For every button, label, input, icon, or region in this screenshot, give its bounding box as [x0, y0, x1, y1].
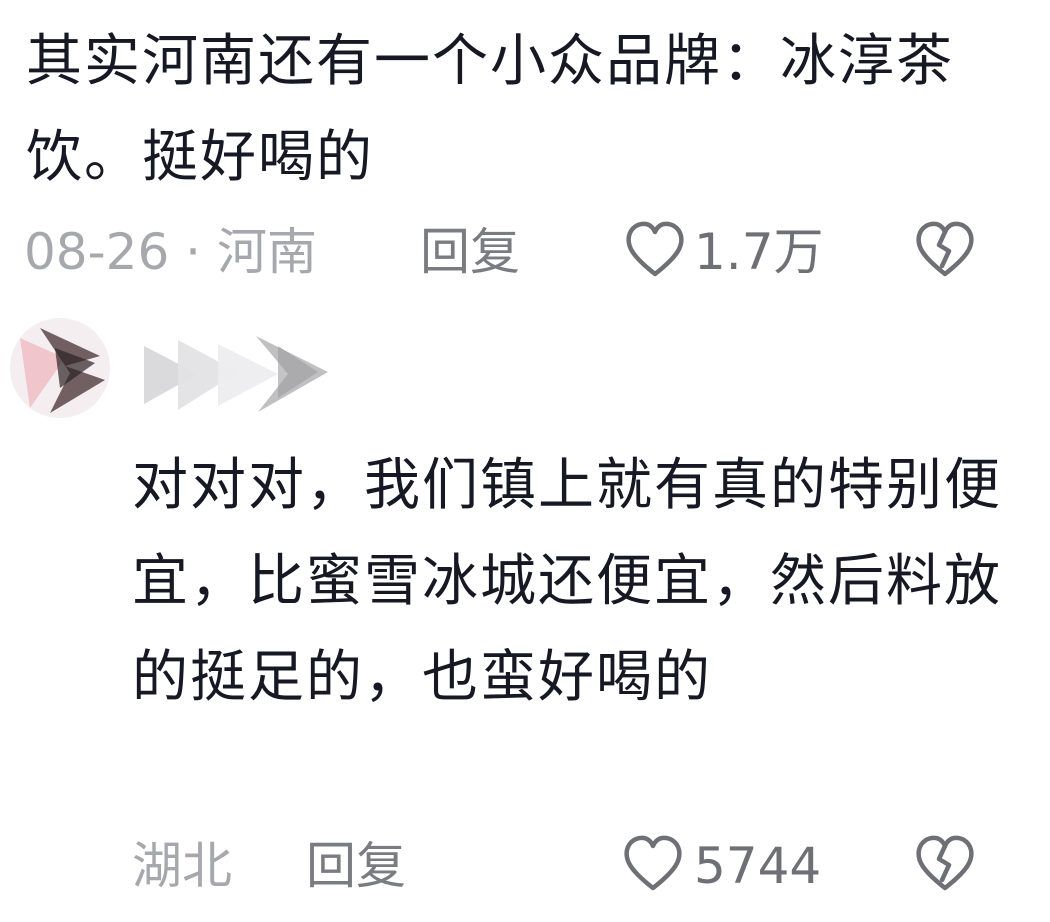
heart-outline-icon	[626, 221, 684, 277]
avatar[interactable]	[10, 318, 110, 418]
heart-outline-icon	[624, 835, 682, 891]
broken-heart-icon	[916, 835, 974, 891]
like-count: 5744	[694, 837, 822, 895]
reply-button[interactable]: 回复	[306, 836, 406, 896]
like-button[interactable]	[622, 834, 684, 898]
comment-meta: 08-26 · 河南	[24, 223, 317, 281]
reply-button[interactable]: 回复	[420, 222, 520, 282]
comment-text: 其实河南还有一个小众品牌：冰淳茶饮。挺好喝的	[26, 29, 954, 190]
like-count: 1.7万	[694, 223, 824, 281]
broken-heart-icon	[916, 221, 974, 277]
like-button[interactable]	[624, 220, 686, 284]
user-name[interactable]	[138, 326, 338, 422]
dislike-button[interactable]	[914, 220, 976, 284]
dislike-button[interactable]	[914, 834, 976, 898]
comment-meta: 湖北	[132, 837, 232, 895]
comment-text: 对对对，我们镇上就有真的特别便宜，比蜜雪冰城还便宜，然后料放的挺足的，也蛮好喝的	[132, 453, 1002, 710]
